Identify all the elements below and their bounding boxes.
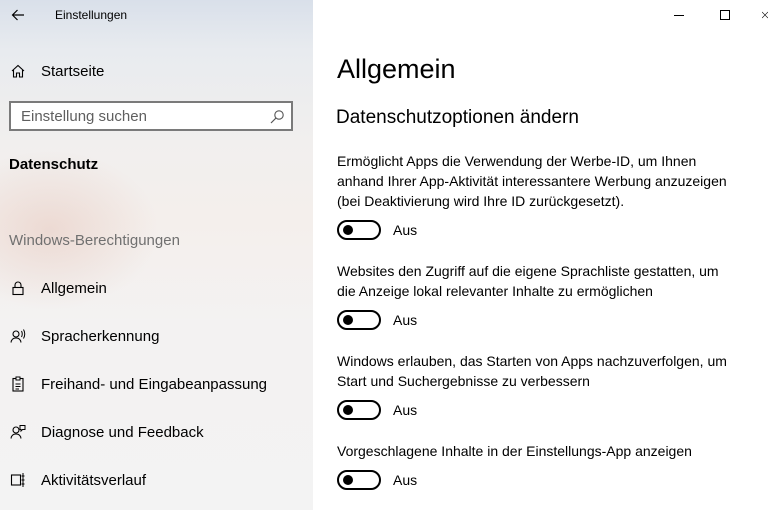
close-button[interactable] <box>748 0 768 30</box>
sidebar: Einstellungen Startseite Datenschutz Win… <box>0 0 313 510</box>
description-line: Start und Suchergebnisse zu verbessern <box>337 373 590 389</box>
clipboard-pen-icon <box>9 375 27 393</box>
sidebar-item-freihand[interactable]: Freihand- und Eingabeanpassung <box>0 364 313 404</box>
group-title: Windows-Berechtigungen <box>9 232 180 249</box>
description-line: Windows erlauben, das Starten von Apps n… <box>337 353 727 369</box>
sidebar-item-label: Allgemein <box>41 279 107 297</box>
sidebar-item-allgemein[interactable]: Allgemein <box>0 268 313 308</box>
sidebar-item-label: Diagnose und Feedback <box>41 423 204 441</box>
app-launch-tracking-toggle-row: Aus <box>337 399 417 421</box>
toggle-knob <box>343 225 353 235</box>
speech-icon <box>9 327 27 345</box>
advertising-id-toggle-row: Aus <box>337 219 417 241</box>
maximize-icon <box>720 10 730 20</box>
arrow-left-icon <box>11 9 24 21</box>
sidebar-item-label: Spracherkennung <box>41 327 160 345</box>
section-heading: Datenschutzoptionen ändern <box>336 107 579 128</box>
sidebar-item-label: Startseite <box>41 62 105 80</box>
sidebar-item-diagnose[interactable]: Diagnose und Feedback <box>0 412 313 452</box>
toggle-knob <box>343 475 353 485</box>
advertising-id-toggle[interactable] <box>337 220 381 240</box>
maximize-button[interactable] <box>702 0 748 30</box>
option-description: Windows erlauben, das Starten von Apps n… <box>337 351 767 391</box>
toggle-state-label: Aus <box>393 312 418 328</box>
sidebar-item-home[interactable]: Startseite <box>0 51 313 91</box>
page-title: Allgemein <box>337 54 456 84</box>
suggested-content-toggle[interactable] <box>337 470 381 490</box>
toggle-state-label: Aus <box>393 472 418 488</box>
search-input[interactable] <box>11 103 271 129</box>
language-list-toggle-row: Aus <box>337 309 417 331</box>
option-description: Vorgeschlagene Inhalte in der Einstellun… <box>337 441 767 461</box>
section-title: Datenschutz <box>9 156 99 173</box>
sidebar-item-spracherkennung[interactable]: Spracherkennung <box>0 316 313 356</box>
description-line: die Anzeige lokal relevanter Inhalte zu … <box>337 283 653 299</box>
search-field[interactable] <box>9 101 293 131</box>
language-list-toggle[interactable] <box>337 310 381 330</box>
home-icon <box>9 62 27 80</box>
option-description: Ermöglicht Apps die Verwendung der Werbe… <box>337 151 767 211</box>
toggle-knob <box>343 405 353 415</box>
toggle-knob <box>343 315 353 325</box>
app-title: Einstellungen <box>55 8 128 22</box>
feedback-icon <box>9 423 27 441</box>
description-line: (bei Deaktivierung wird Ihre ID zurückge… <box>337 193 625 209</box>
timeline-icon <box>9 471 27 489</box>
description-line: Ermöglicht Apps die Verwendung der Werbe… <box>337 153 697 169</box>
close-icon <box>762 11 768 19</box>
app-launch-tracking-toggle[interactable] <box>337 400 381 420</box>
back-button[interactable] <box>4 4 32 26</box>
sidebar-item-label: Freihand- und Eingabeanpassung <box>41 375 268 393</box>
suggested-content-toggle-row: Aus <box>337 469 417 491</box>
search-icon[interactable] <box>269 109 285 125</box>
minimize-icon <box>674 15 684 16</box>
description-line: anhand Ihrer App-Aktivität interessanter… <box>337 173 727 189</box>
toggle-state-label: Aus <box>393 222 418 238</box>
description-line: Websites den Zugriff auf die eigene Spra… <box>337 263 719 279</box>
minimize-button[interactable] <box>656 0 702 30</box>
lock-icon <box>9 279 27 297</box>
content-pane: Allgemein Datenschutzoptionen ändern Erm… <box>313 0 768 510</box>
sidebar-item-label: Aktivitätsverlauf <box>41 471 147 489</box>
description-line: Vorgeschlagene Inhalte in der Einstellun… <box>337 443 692 459</box>
option-description: Websites den Zugriff auf die eigene Spra… <box>337 261 767 301</box>
sidebar-item-aktivitaetsverlauf[interactable]: Aktivitätsverlauf <box>0 460 313 500</box>
toggle-state-label: Aus <box>393 402 418 418</box>
